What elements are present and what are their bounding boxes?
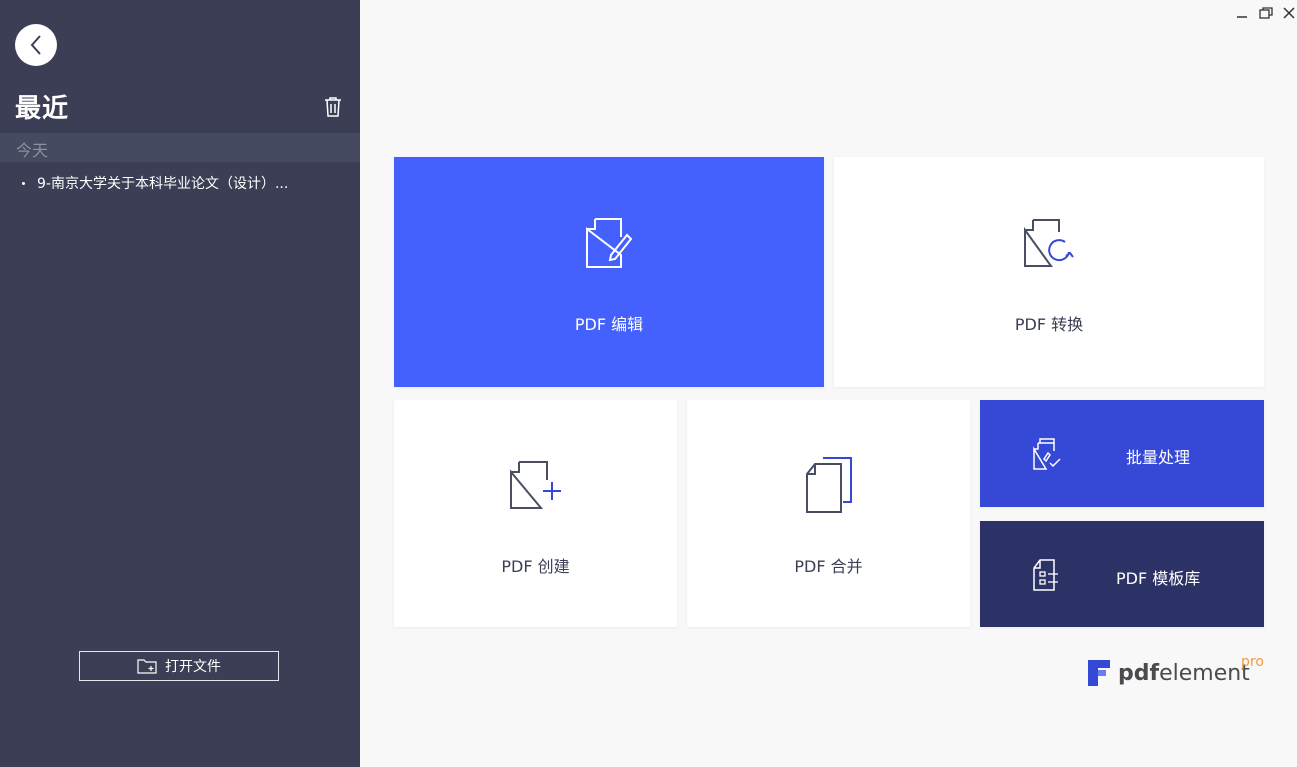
close-icon: [1283, 7, 1295, 19]
clear-recent-button[interactable]: [322, 95, 344, 119]
edit-document-icon: [586, 218, 633, 268]
pdf-create-label: PDF 创建: [501, 557, 570, 576]
create-document-icon: [510, 461, 561, 509]
open-file-label: 打开文件: [165, 659, 221, 675]
section-label: 今天: [16, 141, 49, 160]
minimize-button[interactable]: [1233, 4, 1251, 22]
close-button[interactable]: [1280, 4, 1297, 22]
pdf-create-tile[interactable]: PDF 创建: [394, 400, 677, 627]
pdf-edit-label: PDF 编辑: [574, 315, 644, 334]
maximize-icon: [1259, 7, 1273, 19]
template-library-icon: [1033, 559, 1058, 591]
back-button[interactable]: [15, 24, 57, 66]
template-library-label: PDF 模板库: [1116, 569, 1201, 588]
logo-wordmark: pdfelement: [1118, 661, 1250, 686]
maximize-button[interactable]: [1257, 4, 1275, 22]
sidebar: 最近 今天 9-南京大学关于本科毕业论文（设计）... 打开文件: [0, 0, 360, 767]
pdf-convert-tile[interactable]: PDF 转换: [834, 157, 1264, 387]
folder-add-icon: [137, 659, 157, 674]
minimize-icon: [1237, 16, 1247, 18]
logo-wordmark-bold: pdf: [1118, 661, 1160, 686]
batch-process-tile[interactable]: 批量处理: [980, 400, 1264, 507]
bullet-icon: [22, 181, 25, 185]
open-file-button[interactable]: 打开文件: [79, 651, 279, 681]
pdf-edit-tile[interactable]: PDF 编辑: [394, 157, 824, 387]
trash-icon: [325, 97, 341, 117]
pdfelement-logo-icon: [1088, 660, 1110, 686]
pdf-merge-label: PDF 合并: [794, 557, 863, 576]
section-header-today: 今天: [0, 133, 360, 162]
convert-document-icon: [1024, 219, 1074, 267]
sidebar-title: 最近: [15, 94, 70, 124]
recent-file-item[interactable]: 9-南京大学关于本科毕业论文（设计）...: [22, 172, 342, 194]
logo-wordmark-rest: element: [1159, 661, 1250, 686]
batch-process-icon: [1033, 438, 1061, 470]
batch-process-label: 批量处理: [1126, 448, 1191, 467]
logo-pro-badge: pro: [1241, 654, 1264, 670]
pdf-merge-tile[interactable]: PDF 合并: [687, 400, 970, 627]
template-library-tile[interactable]: PDF 模板库: [980, 521, 1264, 627]
pdf-convert-label: PDF 转换: [1014, 315, 1084, 334]
pdfelement-logo: pdfelement pro: [1088, 654, 1264, 686]
recent-file-name: 9-南京大学关于本科毕业论文（设计）...: [37, 176, 289, 192]
merge-documents-icon: [806, 457, 852, 513]
chevron-left-icon: [30, 35, 41, 55]
